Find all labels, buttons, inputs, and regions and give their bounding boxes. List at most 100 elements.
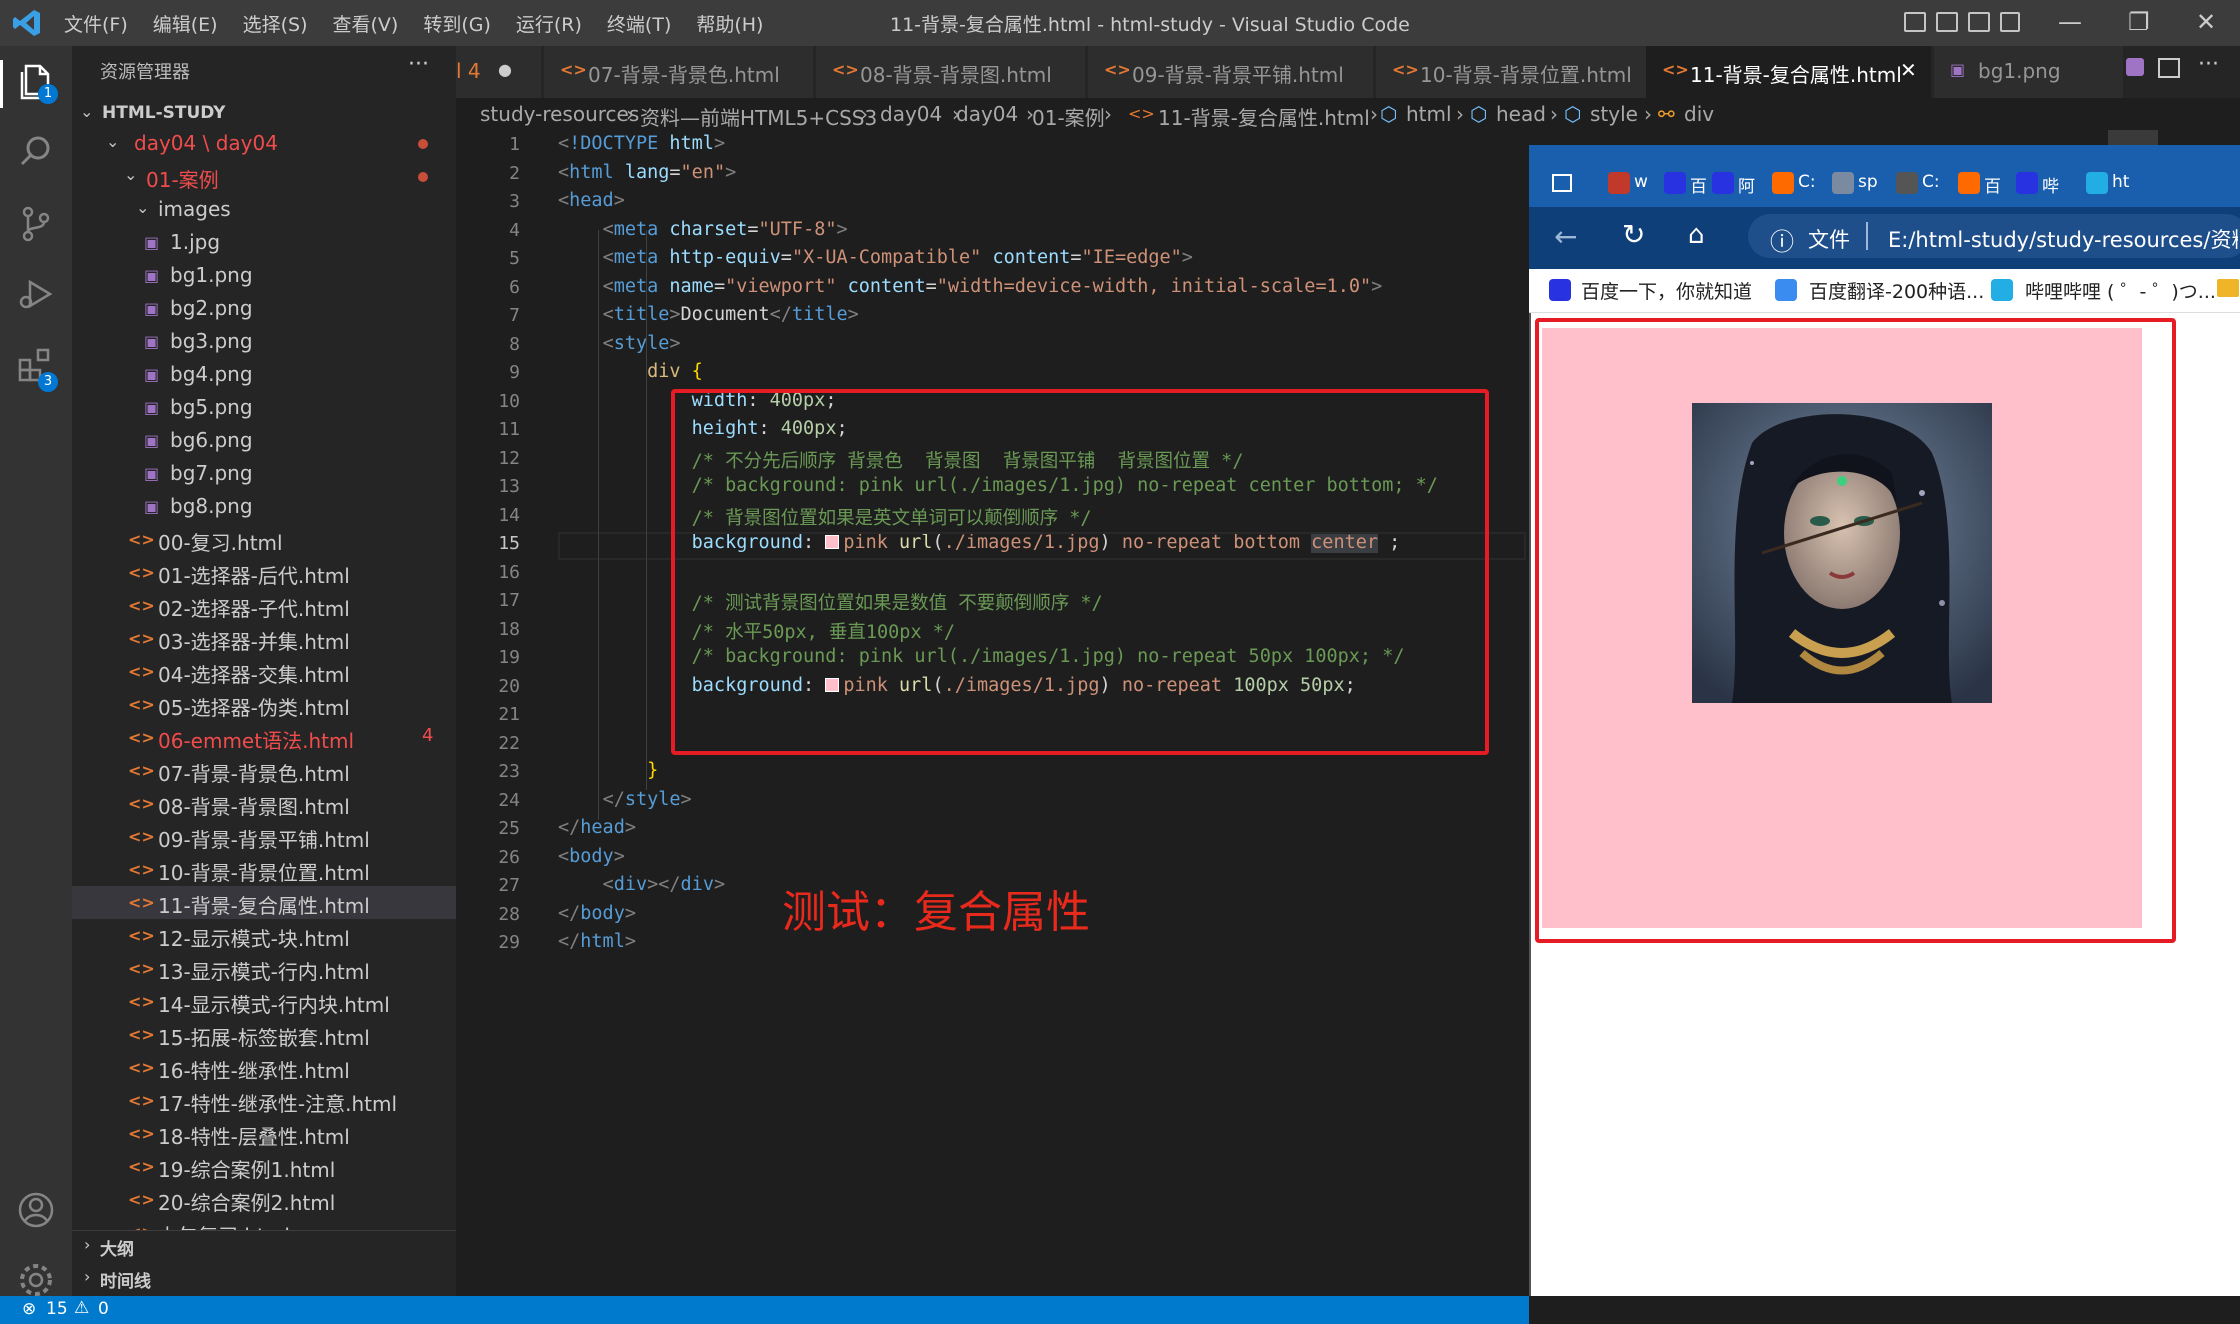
- tree-item-file[interactable]: <> 15-拓展-标签嵌套.html: [72, 1018, 456, 1051]
- code-line[interactable]: <title>Document</title>: [558, 304, 859, 325]
- tree-item-file[interactable]: <> 11-背景-复合属性.html: [72, 886, 456, 919]
- browser-tab-actions-icon[interactable]: [1552, 174, 1572, 192]
- tree-item-image[interactable]: ▣ bg2.png: [72, 292, 456, 325]
- browser-tab-icon[interactable]: [2086, 172, 2108, 194]
- code-line[interactable]: <meta http-equiv="X-UA-Compatible" conte…: [558, 247, 1193, 268]
- crumb[interactable]: html: [1406, 102, 1452, 126]
- bookmark-translate[interactable]: 百度翻译-200种语...: [1809, 277, 1984, 304]
- tab-11-active[interactable]: <> 11-背景-复合属性.html ✕: [1646, 46, 1932, 98]
- tree-item-image[interactable]: ▣ bg4.png: [72, 358, 456, 391]
- browser-tab-icon[interactable]: [1712, 172, 1734, 194]
- tab-07[interactable]: <> 07-背景-背景色.html: [544, 46, 814, 98]
- crumb[interactable]: day04: [880, 102, 942, 126]
- tree-item-file[interactable]: <> 00-复习.html: [72, 523, 456, 556]
- tree-item-file[interactable]: <> 18-特性-层叠性.html: [72, 1117, 456, 1150]
- tree-item-file[interactable]: <> 05-选择器-伪类.html: [72, 688, 456, 721]
- crumb[interactable]: style: [1590, 102, 1638, 126]
- menu-help[interactable]: 帮助(H): [696, 10, 763, 37]
- crumb[interactable]: head: [1496, 102, 1546, 126]
- tree-item-image[interactable]: ▣ bg5.png: [72, 391, 456, 424]
- tree-item-file[interactable]: <> 02-选择器-子代.html: [72, 589, 456, 622]
- tree-item-file[interactable]: <> 07-背景-背景色.html: [72, 754, 456, 787]
- menu-view[interactable]: 查看(V): [333, 10, 399, 37]
- tree-item-image[interactable]: ▣ bg1.png: [72, 259, 456, 292]
- code-line[interactable]: </html>: [558, 931, 636, 952]
- menu-go[interactable]: 转到(G): [423, 10, 491, 37]
- warning-count[interactable]: 0: [98, 1299, 109, 1319]
- menu-terminal[interactable]: 终端(T): [607, 10, 671, 37]
- address-text[interactable]: E:/html-study/study-resources/资料—: [1888, 224, 2238, 254]
- code-line[interactable]: <meta name="viewport" content="width=dev…: [558, 276, 1383, 297]
- tree-item-image[interactable]: ▣ 1.jpg: [72, 226, 456, 259]
- bookmark-bilibili[interactable]: 哔哩哔哩 ( ゜- ゜)つ...: [2025, 277, 2216, 304]
- tree-item-image[interactable]: ▣ bg3.png: [72, 325, 456, 358]
- crumb[interactable]: 01-案例: [1032, 102, 1105, 131]
- browser-tab-label[interactable]: C:: [1922, 172, 1940, 192]
- crumb[interactable]: 11-背景-复合属性.html: [1158, 102, 1370, 131]
- tree-item-file[interactable]: <> 03-选择器-并集.html: [72, 622, 456, 655]
- tree-item-file[interactable]: <> 12-显示模式-块.html: [72, 919, 456, 952]
- toggle-secondary-sidebar-icon[interactable]: [1968, 12, 1990, 32]
- browser-tab-icon[interactable]: [1664, 172, 1686, 194]
- folder-cases[interactable]: ⌄ 01-案例: [72, 160, 456, 193]
- tree-item-image[interactable]: ▣ bg8.png: [72, 490, 456, 523]
- refresh-icon[interactable]: ↻: [1622, 218, 1645, 251]
- browser-tab-icon[interactable]: [1772, 172, 1794, 194]
- tree-item-file[interactable]: <> 13-显示模式-行内.html: [72, 952, 456, 985]
- code-line[interactable]: </head>: [558, 817, 636, 838]
- menu-selection[interactable]: 选择(S): [243, 10, 308, 37]
- tree-item-file[interactable]: <> 16-特性-继承性.html: [72, 1051, 456, 1084]
- tab-08[interactable]: <> 08-背景-背景图.html: [816, 46, 1086, 98]
- tab-partial[interactable]: l 4 ●: [456, 46, 542, 98]
- search-icon[interactable]: [16, 132, 56, 172]
- account-icon[interactable]: [16, 1190, 56, 1230]
- tree-item-image[interactable]: ▣ bg6.png: [72, 424, 456, 457]
- browser-tab-icon[interactable]: [1958, 172, 1980, 194]
- browser-tab-icon[interactable]: [1608, 172, 1630, 194]
- tree-item-file[interactable]: <> 04-选择器-交集.html: [72, 655, 456, 688]
- tree-item-file[interactable]: <> 08-背景-背景图.html: [72, 787, 456, 820]
- browser-tab-label[interactable]: ht: [2112, 172, 2129, 192]
- code-line[interactable]: </body>: [558, 903, 636, 924]
- crumb[interactable]: div: [1684, 102, 1714, 126]
- split-editor-icon[interactable]: [2158, 58, 2180, 78]
- tree-root[interactable]: ⌄ HTML-STUDY: [72, 97, 456, 130]
- browser-tab-label[interactable]: 百: [1984, 172, 2001, 197]
- browser-tab-label[interactable]: sp: [1858, 172, 1878, 192]
- browser-tab-label[interactable]: 阿: [1738, 172, 1755, 197]
- browser-tab-icon[interactable]: [2016, 172, 2038, 194]
- error-count[interactable]: 15: [46, 1299, 68, 1319]
- toggle-panel-icon[interactable]: [1936, 12, 1958, 32]
- toggle-sidebar-icon[interactable]: [1904, 12, 1926, 32]
- tree-item-image[interactable]: ▣ bg7.png: [72, 457, 456, 490]
- code-line[interactable]: <head>: [558, 190, 625, 211]
- minimize-icon[interactable]: —: [2058, 8, 2082, 36]
- tab-10[interactable]: <> 10-背景-背景位置.html: [1376, 46, 1662, 98]
- folder-images[interactable]: ⌄ images: [72, 193, 456, 226]
- restore-icon[interactable]: ❐: [2128, 8, 2150, 36]
- code-line[interactable]: <meta charset="UTF-8">: [558, 219, 848, 240]
- crumb[interactable]: study-resources: [480, 102, 639, 126]
- bookmark-baidu[interactable]: 百度一下，你就知道: [1581, 277, 1752, 304]
- tree-item-file[interactable]: <> 20-综合案例2.html: [72, 1183, 456, 1216]
- browser-tab-label[interactable]: C:: [1798, 172, 1816, 192]
- menu-file[interactable]: 文件(F): [64, 10, 128, 37]
- code-line[interactable]: <html lang="en">: [558, 162, 736, 183]
- outline-section[interactable]: 大纲: [100, 1235, 134, 1260]
- tree-item-file[interactable]: <> 10-背景-背景位置.html: [72, 853, 456, 886]
- browser-tab-label[interactable]: w: [1634, 172, 1648, 192]
- explorer-more-actions[interactable]: ···: [408, 52, 429, 77]
- close-window-icon[interactable]: ✕: [2196, 8, 2216, 36]
- crumb[interactable]: 资料—前端HTML5+CSS3: [640, 102, 877, 131]
- tree-item-file[interactable]: <> 14-显示模式-行内块.html: [72, 985, 456, 1018]
- tree-item-file[interactable]: <> 06-emmet语法.html 4: [72, 721, 456, 754]
- back-icon[interactable]: ←: [1554, 220, 1577, 253]
- timeline-section[interactable]: 时间线: [100, 1267, 151, 1292]
- tree-item-file[interactable]: <> 17-特性-继承性-注意.html: [72, 1084, 456, 1117]
- code-line[interactable]: }: [558, 760, 658, 781]
- source-control-icon[interactable]: [16, 204, 56, 244]
- code-line[interactable]: </style>: [558, 789, 692, 810]
- browser-tab-label[interactable]: 哔: [2042, 172, 2059, 197]
- browser-tab-icon[interactable]: [1832, 172, 1854, 194]
- run-debug-icon[interactable]: [16, 274, 56, 314]
